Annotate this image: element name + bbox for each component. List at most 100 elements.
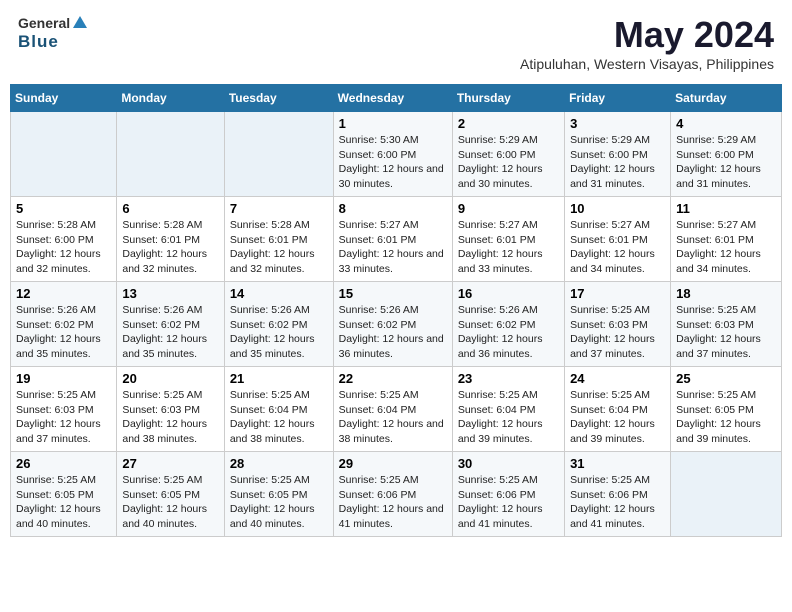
day-info: Sunrise: 5:25 AMSunset: 6:06 PMDaylight:… — [570, 473, 665, 532]
day-info: Sunrise: 5:25 AMSunset: 6:05 PMDaylight:… — [16, 473, 111, 532]
day-number: 19 — [16, 371, 111, 386]
week-row-4: 26 Sunrise: 5:25 AMSunset: 6:05 PMDayligh… — [11, 452, 782, 537]
calendar-cell: 19 Sunrise: 5:25 AMSunset: 6:03 PMDayligh… — [11, 367, 117, 452]
calendar-cell: 18 Sunrise: 5:25 AMSunset: 6:03 PMDayligh… — [671, 282, 782, 367]
header-sunday: Sunday — [11, 85, 117, 112]
calendar-cell: 14 Sunrise: 5:26 AMSunset: 6:02 PMDayligh… — [224, 282, 333, 367]
logo-icon — [71, 14, 89, 32]
header-thursday: Thursday — [452, 85, 564, 112]
calendar-cell: 16Sunrise: 5:26 AMSunset: 6:02 PMDayligh… — [452, 282, 564, 367]
day-info: Sunrise: 5:25 AMSunset: 6:05 PMDaylight:… — [676, 388, 776, 447]
day-number: 9 — [458, 201, 559, 216]
week-row-1: 5 Sunrise: 5:28 AMSunset: 6:00 PMDaylight… — [11, 197, 782, 282]
day-number: 28 — [230, 456, 328, 471]
calendar-cell: 29 Sunrise: 5:25 AMSunset: 6:06 PMDayligh… — [333, 452, 452, 537]
day-info: Sunrise: 5:25 AMSunset: 6:03 PMDaylight:… — [676, 303, 776, 362]
day-number: 22 — [339, 371, 447, 386]
day-number: 6 — [122, 201, 218, 216]
day-number: 29 — [339, 456, 447, 471]
day-number: 18 — [676, 286, 776, 301]
day-info: Sunrise: 5:28 AMSunset: 6:01 PMDaylight:… — [122, 218, 218, 277]
day-info: Sunrise: 5:25 AMSunset: 6:05 PMDaylight:… — [230, 473, 328, 532]
calendar-cell: 9 Sunrise: 5:27 AMSunset: 6:01 PMDaylight… — [452, 197, 564, 282]
calendar-cell: 24Sunrise: 5:25 AMSunset: 6:04 PMDayligh… — [565, 367, 671, 452]
day-number: 31 — [570, 456, 665, 471]
day-info: Sunrise: 5:29 AMSunset: 6:00 PMDaylight:… — [676, 133, 776, 192]
calendar-cell: 10 Sunrise: 5:27 AMSunset: 6:01 PMDayligh… — [565, 197, 671, 282]
week-row-0: 1 Sunrise: 5:30 AMSunset: 6:00 PMDaylight… — [11, 112, 782, 197]
calendar-table: SundayMondayTuesdayWednesdayThursdayFrid… — [10, 84, 782, 537]
day-info: Sunrise: 5:26 AMSunset: 6:02 PMDaylight:… — [230, 303, 328, 362]
day-info: Sunrise: 5:25 AMSunset: 6:04 PMDaylight:… — [339, 388, 447, 447]
day-info: Sunrise: 5:26 AMSunset: 6:02 PMDaylight:… — [458, 303, 559, 362]
day-info: Sunrise: 5:25 AMSunset: 6:03 PMDaylight:… — [570, 303, 665, 362]
day-number: 8 — [339, 201, 447, 216]
calendar-cell: 8 Sunrise: 5:27 AMSunset: 6:01 PMDaylight… — [333, 197, 452, 282]
day-info: Sunrise: 5:30 AMSunset: 6:00 PMDaylight:… — [339, 133, 447, 192]
calendar-cell: 17Sunrise: 5:25 AMSunset: 6:03 PMDayligh… — [565, 282, 671, 367]
calendar-cell: 13Sunrise: 5:26 AMSunset: 6:02 PMDayligh… — [117, 282, 224, 367]
day-number: 15 — [339, 286, 447, 301]
calendar-cell: 5 Sunrise: 5:28 AMSunset: 6:00 PMDaylight… — [11, 197, 117, 282]
day-number: 11 — [676, 201, 776, 216]
logo-general: General — [18, 15, 70, 32]
day-info: Sunrise: 5:26 AMSunset: 6:02 PMDaylight:… — [122, 303, 218, 362]
title-area: May 2024 Atipuluhan, Western Visayas, Ph… — [520, 14, 774, 72]
header-row: SundayMondayTuesdayWednesdayThursdayFrid… — [11, 85, 782, 112]
day-info: Sunrise: 5:25 AMSunset: 6:03 PMDaylight:… — [16, 388, 111, 447]
calendar-cell — [117, 112, 224, 197]
page-header: General Blue May 2024 Atipuluhan, Wester… — [10, 10, 782, 76]
calendar-cell: 6 Sunrise: 5:28 AMSunset: 6:01 PMDaylight… — [117, 197, 224, 282]
day-number: 23 — [458, 371, 559, 386]
day-number: 2 — [458, 116, 559, 131]
day-info: Sunrise: 5:27 AMSunset: 6:01 PMDaylight:… — [458, 218, 559, 277]
day-info: Sunrise: 5:25 AMSunset: 6:06 PMDaylight:… — [458, 473, 559, 532]
calendar-cell — [11, 112, 117, 197]
calendar-cell: 21 Sunrise: 5:25 AMSunset: 6:04 PMDayligh… — [224, 367, 333, 452]
day-number: 14 — [230, 286, 328, 301]
calendar-cell — [224, 112, 333, 197]
day-number: 21 — [230, 371, 328, 386]
day-info: Sunrise: 5:25 AMSunset: 6:06 PMDaylight:… — [339, 473, 447, 532]
calendar-cell: 3 Sunrise: 5:29 AMSunset: 6:00 PMDaylight… — [565, 112, 671, 197]
day-info: Sunrise: 5:26 AMSunset: 6:02 PMDaylight:… — [339, 303, 447, 362]
day-number: 5 — [16, 201, 111, 216]
day-info: Sunrise: 5:27 AMSunset: 6:01 PMDaylight:… — [339, 218, 447, 277]
day-number: 12 — [16, 286, 111, 301]
calendar-cell: 23 Sunrise: 5:25 AMSunset: 6:04 PMDayligh… — [452, 367, 564, 452]
day-number: 4 — [676, 116, 776, 131]
logo-blue: Blue — [18, 32, 89, 52]
day-info: Sunrise: 5:25 AMSunset: 6:03 PMDaylight:… — [122, 388, 218, 447]
day-info: Sunrise: 5:27 AMSunset: 6:01 PMDaylight:… — [676, 218, 776, 277]
calendar-cell: 1 Sunrise: 5:30 AMSunset: 6:00 PMDaylight… — [333, 112, 452, 197]
header-saturday: Saturday — [671, 85, 782, 112]
day-number: 20 — [122, 371, 218, 386]
day-info: Sunrise: 5:25 AMSunset: 6:05 PMDaylight:… — [122, 473, 218, 532]
calendar-cell: 25 Sunrise: 5:25 AMSunset: 6:05 PMDayligh… — [671, 367, 782, 452]
calendar-cell: 4 Sunrise: 5:29 AMSunset: 6:00 PMDaylight… — [671, 112, 782, 197]
day-info: Sunrise: 5:25 AMSunset: 6:04 PMDaylight:… — [458, 388, 559, 447]
calendar-title: May 2024 — [520, 14, 774, 56]
day-info: Sunrise: 5:28 AMSunset: 6:01 PMDaylight:… — [230, 218, 328, 277]
calendar-cell: 31 Sunrise: 5:25 AMSunset: 6:06 PMDayligh… — [565, 452, 671, 537]
day-number: 26 — [16, 456, 111, 471]
day-number: 1 — [339, 116, 447, 131]
calendar-cell: 30Sunrise: 5:25 AMSunset: 6:06 PMDayligh… — [452, 452, 564, 537]
day-info: Sunrise: 5:25 AMSunset: 6:04 PMDaylight:… — [230, 388, 328, 447]
calendar-cell: 11 Sunrise: 5:27 AMSunset: 6:01 PMDayligh… — [671, 197, 782, 282]
logo: General Blue — [18, 14, 89, 52]
day-number: 27 — [122, 456, 218, 471]
day-number: 25 — [676, 371, 776, 386]
calendar-subtitle: Atipuluhan, Western Visayas, Philippines — [520, 56, 774, 72]
day-info: Sunrise: 5:28 AMSunset: 6:00 PMDaylight:… — [16, 218, 111, 277]
calendar-cell: 2Sunrise: 5:29 AMSunset: 6:00 PMDaylight… — [452, 112, 564, 197]
day-info: Sunrise: 5:27 AMSunset: 6:01 PMDaylight:… — [570, 218, 665, 277]
calendar-cell: 28 Sunrise: 5:25 AMSunset: 6:05 PMDayligh… — [224, 452, 333, 537]
calendar-cell: 7Sunrise: 5:28 AMSunset: 6:01 PMDaylight… — [224, 197, 333, 282]
calendar-cell: 15 Sunrise: 5:26 AMSunset: 6:02 PMDayligh… — [333, 282, 452, 367]
day-number: 10 — [570, 201, 665, 216]
day-number: 3 — [570, 116, 665, 131]
day-info: Sunrise: 5:29 AMSunset: 6:00 PMDaylight:… — [570, 133, 665, 192]
week-row-3: 19 Sunrise: 5:25 AMSunset: 6:03 PMDayligh… — [11, 367, 782, 452]
day-info: Sunrise: 5:25 AMSunset: 6:04 PMDaylight:… — [570, 388, 665, 447]
